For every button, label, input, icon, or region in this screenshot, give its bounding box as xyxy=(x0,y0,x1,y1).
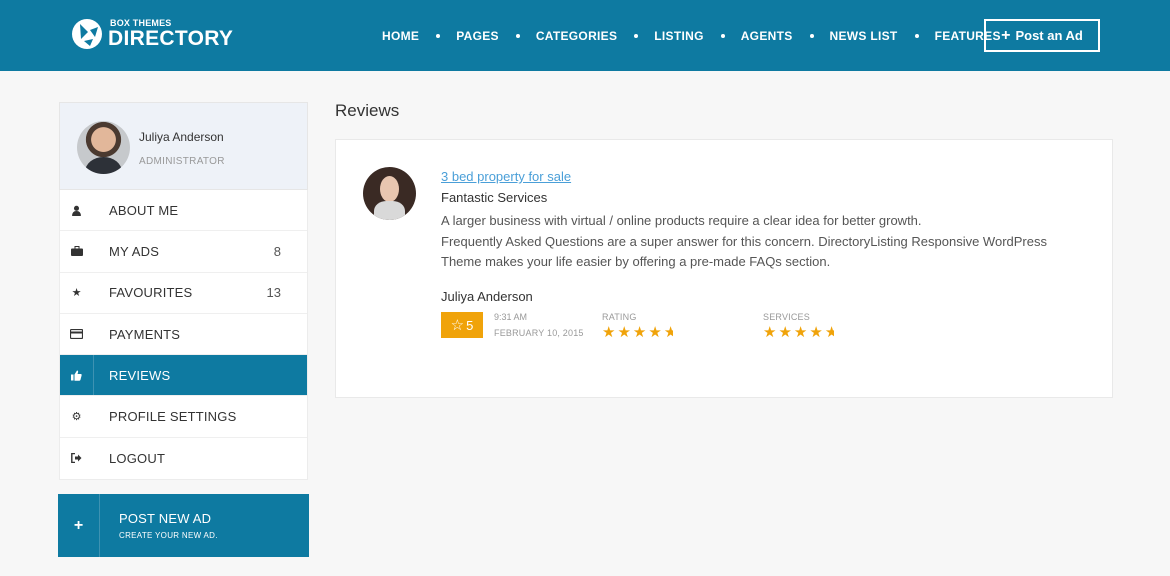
sign-out-icon xyxy=(60,438,94,479)
star-icon: ★ xyxy=(602,324,618,341)
nav-separator xyxy=(436,34,441,38)
rating-label: RATING xyxy=(602,312,637,322)
reviewer-avatar xyxy=(363,167,416,220)
nav-listing[interactable]: LISTING xyxy=(654,29,703,43)
review-card: 3 bed property for sale Fantastic Servic… xyxy=(335,139,1113,398)
review-body: A larger business with virtual / online … xyxy=(441,211,1081,273)
star-icon: ★ xyxy=(617,324,633,341)
post-new-ad-title: POST NEW AD xyxy=(119,511,212,526)
star-icon: ★ xyxy=(763,324,779,341)
sidebar-item-label: MY ADS xyxy=(109,243,160,259)
avatar[interactable] xyxy=(77,121,130,174)
nav-separator xyxy=(515,34,520,38)
nav-separator xyxy=(634,34,639,38)
star-icon: ★ xyxy=(632,324,649,341)
nav-pages[interactable]: PAGES xyxy=(456,29,499,43)
sidebar-menu: ABOUT ME MY ADS 8 ★ FAVOURITES 13 PAYMEN… xyxy=(59,190,308,481)
post-new-ad-subtitle: CREATE YOUR NEW AD. xyxy=(119,531,218,540)
sidebar-item-label: REVIEWS xyxy=(109,367,171,383)
star-icon: ★ xyxy=(648,324,664,341)
logo-icon xyxy=(72,19,102,49)
profile-name: Juliya Anderson xyxy=(139,130,224,144)
review-body-line: A larger business with virtual / online … xyxy=(441,213,922,228)
star-icon: ★ xyxy=(793,324,810,341)
review-body-line: Frequently Asked Questions are a super a… xyxy=(441,233,1047,249)
profile-card: Juliya Anderson ADMINISTRATOR xyxy=(59,102,308,190)
thumbs-up-icon xyxy=(60,355,94,396)
services-label: SERVICES xyxy=(763,312,810,322)
sidebar-item-logout[interactable]: LOGOUT xyxy=(60,438,307,479)
sidebar-item-favourites[interactable]: ★ FAVOURITES 13 xyxy=(60,273,307,314)
logo-big-text: DIRECTORY xyxy=(108,27,234,50)
post-an-ad-button[interactable]: + Post an Ad xyxy=(984,19,1100,52)
post-an-ad-label: Post an Ad xyxy=(1015,28,1083,43)
sidebar-item-label: FAVOURITES xyxy=(109,285,193,301)
gear-icon: ⚙ xyxy=(71,411,82,424)
sidebar-item-reviews[interactable]: REVIEWS xyxy=(60,355,307,397)
sidebar-item-payments[interactable]: PAYMENTS xyxy=(60,314,307,356)
score-value: 5 xyxy=(466,317,474,333)
sidebar-item-label: ABOUT ME xyxy=(109,202,179,218)
review-title: Fantastic Services xyxy=(441,190,548,205)
star-icon: ★ xyxy=(778,324,794,341)
credit-card-icon xyxy=(60,314,94,354)
star-half-icon: ★ xyxy=(663,324,673,341)
sidebar-item-my-ads[interactable]: MY ADS 8 xyxy=(60,231,307,273)
star-icon: ★ xyxy=(71,287,82,300)
profile-role: ADMINISTRATOR xyxy=(139,156,225,167)
star-icon: ★ xyxy=(809,324,825,341)
nav-categories[interactable]: CATEGORIES xyxy=(536,29,617,43)
top-header: BOX THEMES DIRECTORY HOME PAGES CATEGORI… xyxy=(0,0,1170,71)
nav-separator xyxy=(914,34,919,38)
post-new-ad-button[interactable]: + POST NEW AD CREATE YOUR NEW AD. xyxy=(58,494,309,557)
sidebar-item-label: PROFILE SETTINGS xyxy=(109,409,237,425)
ads-count-badge: 8 xyxy=(273,243,281,259)
review-time: 9:31 AM xyxy=(494,312,528,322)
favourites-count-badge: 13 xyxy=(266,285,281,301)
review-body-line: Theme makes your life easier by offering… xyxy=(441,254,831,269)
listing-link[interactable]: 3 bed property for sale xyxy=(441,169,571,184)
sidebar-item-profile-settings[interactable]: ⚙ PROFILE SETTINGS xyxy=(60,396,307,438)
site-logo[interactable]: BOX THEMES DIRECTORY xyxy=(71,18,233,50)
nav-agents[interactable]: AGENTS xyxy=(741,29,793,43)
sidebar-item-label: LOGOUT xyxy=(109,450,166,466)
nav-home[interactable]: HOME xyxy=(382,29,419,43)
sidebar-item-about-me[interactable]: ABOUT ME xyxy=(60,190,307,232)
main-nav: HOME PAGES CATEGORIES LISTING AGENTS NEW… xyxy=(382,28,1001,44)
user-icon xyxy=(60,190,94,230)
star-outline-icon: ☆ xyxy=(450,317,465,334)
star-half-icon: ★ xyxy=(824,324,834,341)
nav-separator xyxy=(720,34,725,38)
nav-news-list[interactable]: NEWS LIST xyxy=(830,29,898,43)
briefcase-icon xyxy=(60,231,94,271)
review-date: FEBRUARY 10, 2015 xyxy=(494,328,584,338)
page-title: Reviews xyxy=(335,101,400,120)
rating-stars: ★★★★★ xyxy=(602,323,673,341)
nav-separator xyxy=(809,34,814,38)
services-stars: ★★★★★ xyxy=(763,323,834,341)
plus-icon: + xyxy=(58,494,100,557)
sidebar-item-label: PAYMENTS xyxy=(109,326,181,342)
score-badge: ☆ 5 xyxy=(441,312,483,338)
review-author: Juliya Anderson xyxy=(441,289,533,304)
plus-icon: + xyxy=(1001,26,1011,44)
